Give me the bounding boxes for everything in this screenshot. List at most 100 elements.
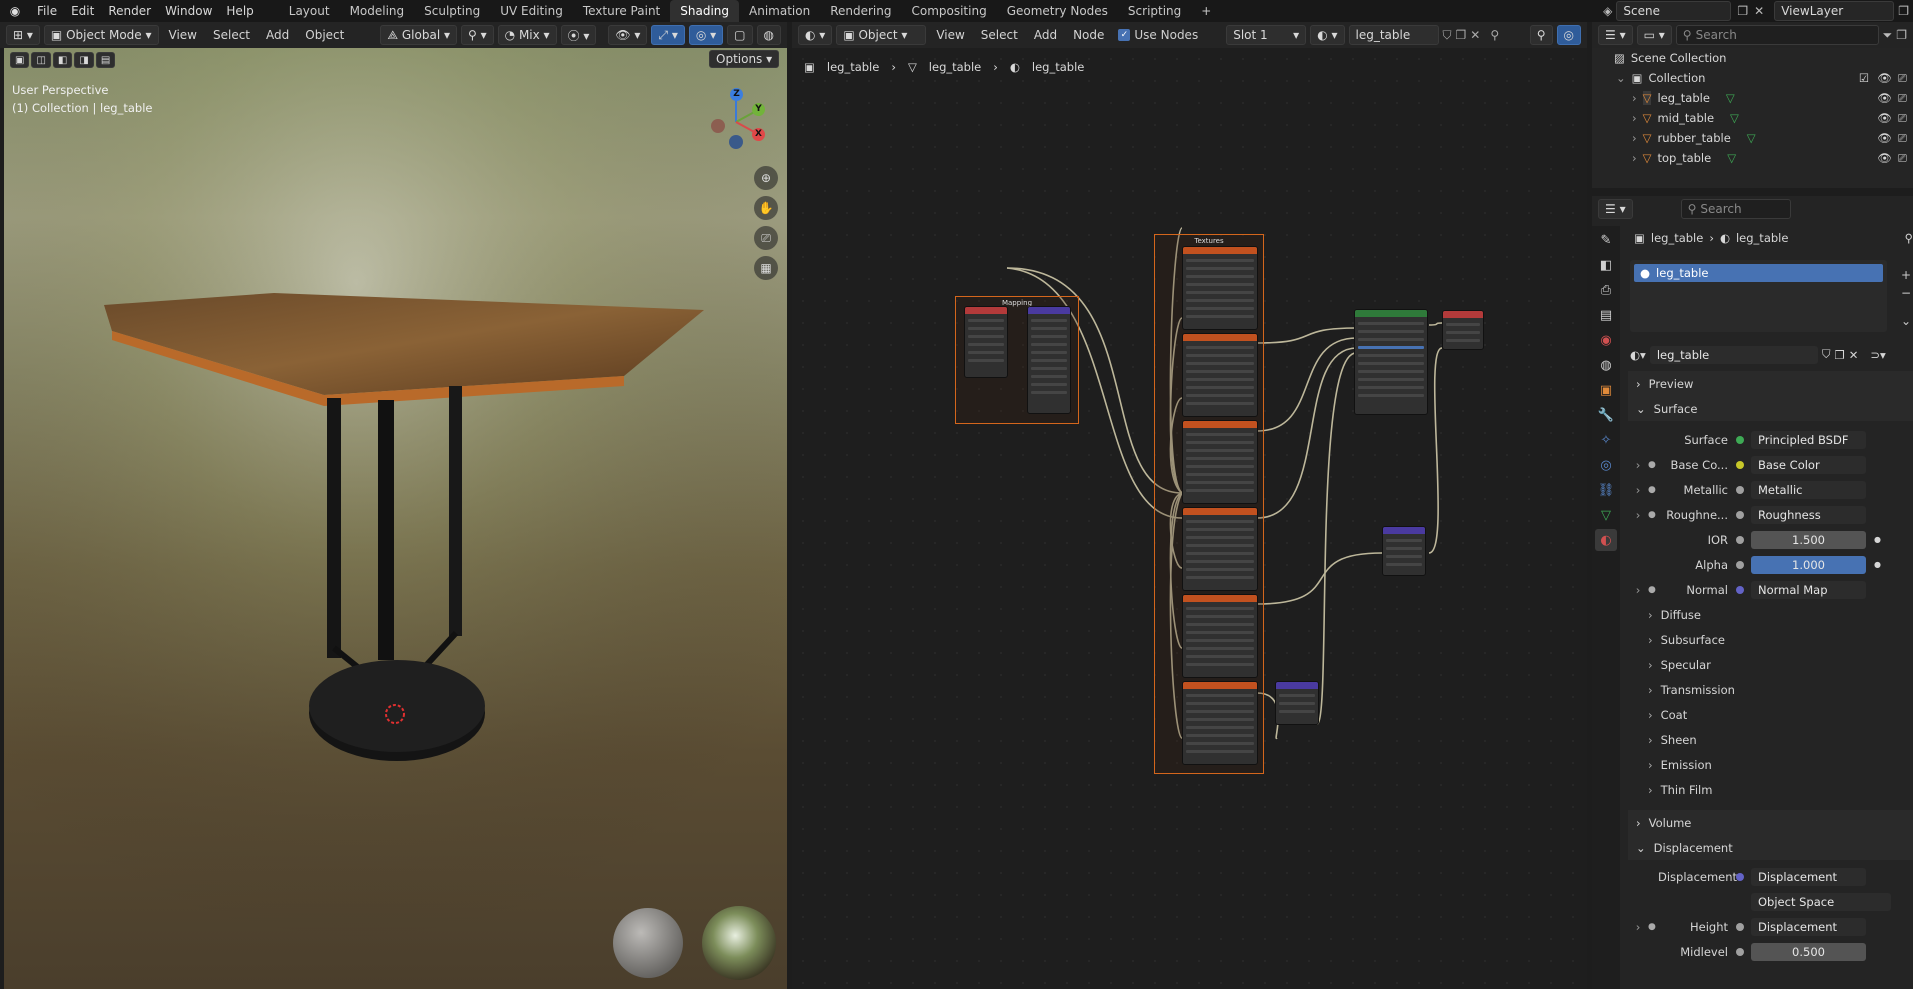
preview-panel-header[interactable]: › Preview — [1628, 371, 1913, 396]
node-menu-select[interactable]: Select — [975, 28, 1024, 42]
data-tab-icon[interactable]: ▽ — [1595, 504, 1617, 526]
outliner-search-input[interactable]: ⚲ Search — [1675, 25, 1879, 45]
surface-panel-header[interactable]: ⌄ Surface — [1628, 396, 1913, 421]
new-collection-icon[interactable]: ❐ — [1896, 28, 1907, 42]
particles-tab-icon[interactable]: ✧ — [1595, 429, 1617, 451]
world-tab-icon[interactable]: ◍ — [1595, 354, 1617, 376]
pin-icon[interactable]: ⚲ — [1490, 28, 1499, 42]
options-dropdown[interactable]: Options ▾ — [709, 50, 780, 68]
property-value[interactable]: Principled BSDF — [1751, 430, 1866, 449]
viewport-menu-view[interactable]: View — [163, 28, 203, 42]
menu-help[interactable]: Help — [219, 4, 260, 18]
xray-icon[interactable]: ▢ — [727, 25, 753, 45]
unlink-icon[interactable]: ✕ — [1470, 28, 1480, 42]
keyframe-dot-icon[interactable]: ● — [1874, 560, 1881, 569]
tab-rendering[interactable]: Rendering — [820, 0, 901, 22]
tab-texture-paint[interactable]: Texture Paint — [573, 0, 670, 22]
blender-logo-icon[interactable]: ◉ — [0, 4, 30, 18]
chevron-down-icon[interactable]: ⌄ — [1616, 71, 1626, 85]
normal-map-node[interactable] — [1275, 681, 1319, 725]
select-extend-icon[interactable]: ◧ — [52, 52, 73, 68]
material-browse-icon[interactable]: ◐▾ — [1630, 348, 1646, 362]
viewport-menu-object[interactable]: Object — [299, 28, 350, 42]
camera-icon[interactable]: ⎚ — [1898, 151, 1907, 166]
camera-icon[interactable]: ⎚ — [1898, 131, 1907, 146]
property-value[interactable]: Object Space — [1751, 892, 1891, 911]
node-editor-type-button[interactable]: ◐ ▾ — [798, 25, 833, 45]
select-intersect-icon[interactable]: ▤ — [95, 52, 116, 68]
surface-subpanel-header[interactable]: › Specular — [1628, 652, 1913, 677]
outliner-type-icon[interactable]: ☰ ▾ — [1598, 25, 1633, 45]
property-value[interactable]: 0.500 — [1751, 942, 1866, 961]
properties-type-icon[interactable]: ☰ ▾ — [1598, 199, 1633, 219]
unlink-icon[interactable]: ✕ — [1849, 348, 1859, 362]
material-name-input[interactable]: leg_table — [1649, 345, 1818, 364]
surface-subpanel-header[interactable]: › Diffuse — [1628, 602, 1913, 627]
view-layer-tab-icon[interactable]: ▤ — [1595, 304, 1617, 326]
scene-selector[interactable]: Scene — [1616, 1, 1732, 21]
chevron-right-icon[interactable]: › — [1628, 920, 1648, 934]
chevron-right-icon[interactable]: › — [1632, 91, 1637, 105]
chevron-right-icon[interactable]: › — [1632, 111, 1637, 125]
object-mode-dropdown[interactable]: ▣ Object Mode ▾ — [43, 25, 159, 45]
menu-edit[interactable]: Edit — [64, 4, 101, 18]
ao-texture-node[interactable] — [1182, 246, 1258, 330]
physics-tab-icon[interactable]: ◎ — [1595, 454, 1617, 476]
close-icon[interactable]: ✕ — [1754, 4, 1764, 18]
surface-subpanel-header[interactable]: › Sheen — [1628, 727, 1913, 752]
tool-tab-icon[interactable]: ✎ — [1595, 229, 1617, 251]
filter-icon[interactable]: ⏷ — [1883, 28, 1893, 43]
eye-icon[interactable]: 👁 — [1877, 151, 1892, 165]
chevron-right-icon[interactable]: › — [1632, 131, 1637, 145]
eye-icon[interactable]: 👁 — [1877, 111, 1892, 125]
material-name-field[interactable]: leg_table — [1348, 25, 1439, 45]
overlay-toggle-icon[interactable]: ◎ ▾ — [688, 25, 724, 45]
mapping-node[interactable] — [1027, 306, 1071, 414]
shield-icon[interactable]: ⛉ — [1443, 28, 1452, 43]
roughness-texture-node[interactable] — [1182, 507, 1258, 591]
pin-icon[interactable]: ⚲ — [1905, 231, 1913, 245]
pan-hand-icon[interactable]: ✋ — [754, 196, 778, 220]
snap-icon[interactable]: ⚲ ▾ — [461, 25, 494, 45]
add-workspace-button[interactable]: + — [1191, 0, 1221, 22]
duplicate-icon[interactable]: ❐ — [1834, 348, 1844, 362]
render-tab-icon[interactable]: ◧ — [1595, 254, 1617, 276]
camera-icon[interactable]: ⎚ — [1898, 111, 1907, 126]
scene-tab-icon[interactable]: ◉ — [1595, 329, 1617, 351]
select-box-icon[interactable]: ▣ — [10, 52, 30, 68]
layer-copy-icon[interactable]: ❐ — [1898, 4, 1909, 18]
camera-icon[interactable]: ⎚ — [1898, 91, 1907, 106]
displacement-node[interactable] — [1382, 526, 1426, 576]
outliner-scene-collection[interactable]: ▨ Scene Collection — [1592, 48, 1913, 68]
surface-subpanel-header[interactable]: › Transmission — [1628, 677, 1913, 702]
principled-bsdf-node[interactable] — [1354, 309, 1428, 415]
surface-subpanel-header[interactable]: › Subsurface — [1628, 627, 1913, 652]
chevron-right-icon[interactable]: › — [1632, 151, 1637, 165]
base-color-texture-node[interactable] — [1182, 333, 1258, 417]
property-value[interactable]: 1.000 — [1751, 555, 1866, 574]
tab-layout[interactable]: Layout — [279, 0, 340, 22]
material-browse-icon[interactable]: ◐ ▾ — [1310, 25, 1345, 45]
tab-scripting[interactable]: Scripting — [1118, 0, 1191, 22]
tab-shading[interactable]: Shading — [670, 0, 739, 22]
displacement-panel-header[interactable]: ⌄ Displacement — [1628, 835, 1913, 860]
view-layer-selector[interactable]: ViewLayer — [1774, 1, 1895, 21]
snapping-icon[interactable]: ⚲ — [1529, 25, 1553, 45]
property-value[interactable]: Metallic — [1751, 480, 1866, 499]
property-value[interactable]: Base Color — [1751, 455, 1866, 474]
checkbox-icon[interactable]: ☑ — [1859, 71, 1869, 85]
tab-compositing[interactable]: Compositing — [901, 0, 996, 22]
chevron-right-icon[interactable]: › — [1628, 583, 1648, 597]
select-new-icon[interactable]: ◫ — [31, 52, 51, 68]
metallic-texture-node[interactable] — [1182, 420, 1258, 504]
remove-slot-icon[interactable]: − — [1901, 286, 1911, 300]
orientation-dropdown[interactable]: ⟁ Global ▾ — [380, 25, 457, 45]
keyframe-dot-icon[interactable]: ● — [1874, 535, 1881, 544]
grid-icon[interactable]: ▦ — [754, 256, 778, 280]
gizmo-toggle-icon[interactable]: ⤢ ▾ — [651, 25, 685, 45]
3d-viewport[interactable]: ▣ ◫ ◧ ◨ ▤ Options ▾ User Perspective (1)… — [4, 48, 787, 989]
output-tab-icon[interactable]: ⎙ — [1595, 279, 1617, 301]
shader-type-dropdown[interactable]: ▣ Object ▾ — [836, 25, 927, 45]
navigation-gizmo[interactable]: Z Y X — [704, 86, 768, 158]
shading-wire-icon[interactable]: ◍ — [756, 25, 781, 45]
